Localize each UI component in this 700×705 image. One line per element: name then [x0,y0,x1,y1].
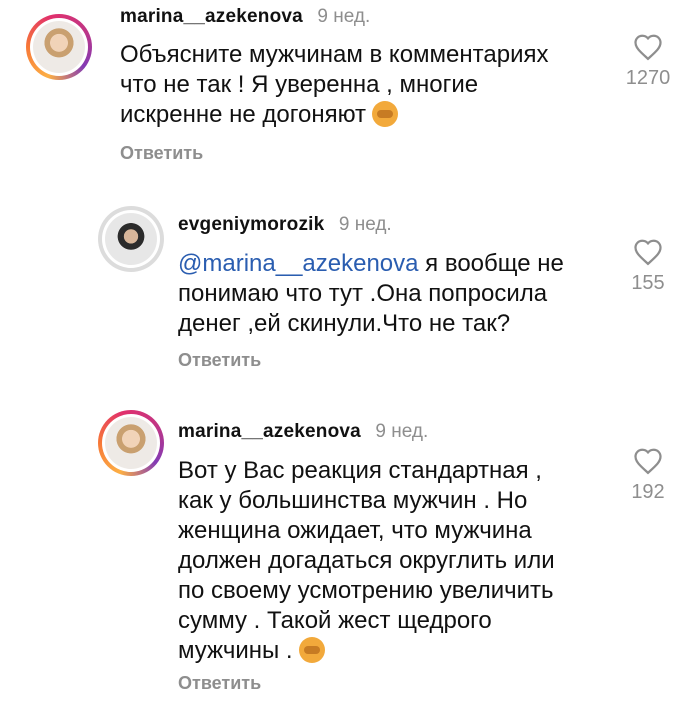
timestamp: 9 нед. [375,421,429,442]
heart-outline-icon [634,448,662,475]
comment-text: @marina__azekenova я вообще не понимаю ч… [178,250,564,337]
avatar[interactable] [98,410,164,476]
avatar[interactable] [98,206,164,272]
see-no-evil-monkey-emoji [372,101,399,127]
timestamp: 9 нед. [317,6,371,27]
comment-text: Вот у Вас реакция стандартная , как у бо… [178,457,555,664]
see-no-evil-monkey-emoji [298,637,325,663]
reply-button[interactable]: Ответить [178,350,261,371]
like-button[interactable]: 192 [618,447,678,504]
timestamp: 9 нед. [338,214,392,235]
like-count: 192 [631,481,665,503]
username[interactable]: evgeniymorozik [178,214,324,235]
avatar[interactable] [26,14,92,80]
like-count: 1270 [625,67,671,89]
heart-outline-icon [634,34,662,61]
mention-link[interactable]: @marina__azekenova [178,250,419,277]
like-button[interactable]: 1270 [618,33,678,90]
like-button[interactable]: 155 [618,238,678,295]
heart-outline-icon [634,239,662,266]
username[interactable]: marina__azekenova [178,421,361,442]
like-count: 155 [631,272,665,294]
reply-button[interactable]: Ответить [178,673,261,694]
username[interactable]: marina__azekenova [120,6,303,27]
comment-text: Объясните мужчинам в комментариях что не… [120,41,549,128]
reply-button[interactable]: Ответить [120,143,203,164]
